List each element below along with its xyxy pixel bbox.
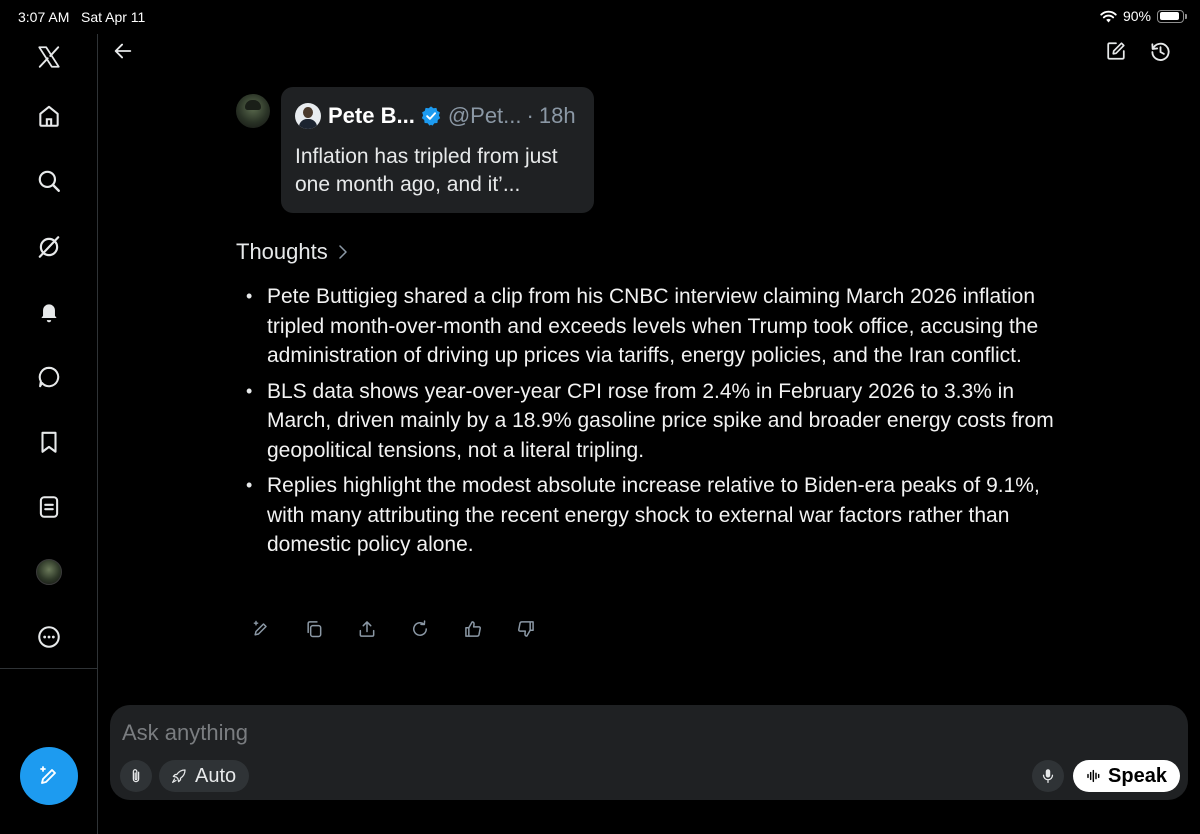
mode-label: Auto (195, 764, 237, 787)
quoted-post-card[interactable]: Pete B... @Pet... · 18h Inflation has tr… (281, 87, 594, 213)
rocket-icon (172, 769, 186, 783)
copy-button[interactable] (303, 618, 325, 640)
author-name: Pete B... (328, 103, 415, 128)
sidebar (0, 34, 98, 834)
sidebar-divider (0, 668, 97, 669)
microphone-icon (1042, 769, 1054, 784)
x-logo-icon (38, 46, 60, 68)
share-icon (359, 621, 375, 637)
ask-input[interactable] (122, 720, 1022, 746)
response-bullet-list: Pete Buttigieg shared a clip from his CN… (246, 282, 1066, 566)
verified-badge-icon (421, 106, 440, 126)
user-avatar[interactable] (236, 94, 270, 128)
back-arrow-icon (114, 43, 132, 59)
magic-edit-icon (253, 620, 267, 636)
post-time: 18h (538, 103, 576, 128)
sidebar-item-notifications[interactable] (30, 293, 68, 331)
thumbs-up-icon (465, 621, 481, 637)
search-icon (38, 170, 60, 192)
speak-button[interactable]: Speak (1073, 760, 1180, 792)
sidebar-item-profile[interactable] (30, 553, 68, 591)
paperclip-icon (132, 769, 140, 783)
status-bar: 3:07 AM Sat Apr 11 90% (0, 0, 1200, 34)
list-item: Replies highlight the modest absolute in… (246, 471, 1066, 560)
quoted-post-text: Inflation has tripled from just one mont… (295, 145, 558, 196)
back-button[interactable] (110, 38, 136, 64)
author-avatar (295, 103, 321, 129)
edit-response-button[interactable] (250, 618, 272, 640)
chevron-right-icon (338, 245, 347, 259)
mode-selector-button[interactable]: Auto (159, 760, 250, 792)
composer: Auto Speak (110, 705, 1188, 800)
messages-icon (38, 366, 60, 388)
edit-icon (1107, 42, 1125, 60)
profile-avatar (36, 559, 62, 585)
grok-icon (38, 236, 60, 258)
sidebar-item-search[interactable] (30, 162, 68, 200)
sidebar-item-messages[interactable] (30, 358, 68, 396)
like-button[interactable] (462, 618, 484, 640)
battery-icon (1157, 9, 1187, 23)
list-item: BLS data shows year-over-year CPI rose f… (246, 377, 1066, 466)
voice-wave-icon (1087, 769, 1100, 783)
status-date: Sat Apr 11 (81, 9, 146, 25)
author-handle: @Pet... (447, 103, 522, 128)
battery-level (1159, 12, 1180, 20)
response-actions (250, 618, 537, 640)
separator-dot: · (526, 103, 534, 128)
history-button[interactable] (1147, 38, 1173, 64)
dislike-button[interactable] (515, 618, 537, 640)
sidebar-item-more[interactable] (30, 618, 68, 656)
bell-icon (41, 304, 57, 323)
lists-icon (39, 496, 59, 518)
status-time: 3:07 AM (18, 9, 70, 25)
refresh-icon (413, 620, 427, 636)
sidebar-item-lists[interactable] (30, 488, 68, 526)
sidebar-item-bookmarks[interactable] (30, 423, 68, 461)
sidebar-item-home[interactable] (30, 97, 68, 135)
thumbs-down-icon (518, 621, 534, 637)
status-indicators: 90% (1100, 8, 1187, 24)
sidebar-item-grok[interactable] (30, 228, 68, 266)
quoted-post-header: Pete B... @Pet... · 18h (295, 101, 580, 131)
x-logo-icon[interactable] (30, 38, 68, 76)
list-item: Pete Buttigieg shared a clip from his CN… (246, 282, 1066, 371)
thoughts-label: Thoughts (236, 239, 328, 264)
battery-percent: 90% (1122, 8, 1151, 24)
attach-button[interactable] (120, 760, 152, 792)
regenerate-button[interactable] (409, 618, 431, 640)
wifi-icon (1100, 10, 1117, 22)
speak-label: Speak (1108, 764, 1167, 787)
thoughts-toggle[interactable]: Thoughts (236, 239, 352, 265)
copy-icon (307, 621, 322, 638)
new-chat-button[interactable] (1103, 38, 1129, 64)
compose-button[interactable] (20, 747, 78, 805)
more-icon (38, 626, 60, 648)
home-icon (39, 105, 59, 127)
compose-icon (40, 766, 56, 784)
bookmark-icon (41, 431, 57, 453)
share-button[interactable] (356, 618, 378, 640)
history-icon (1150, 42, 1170, 61)
microphone-button[interactable] (1032, 760, 1064, 792)
